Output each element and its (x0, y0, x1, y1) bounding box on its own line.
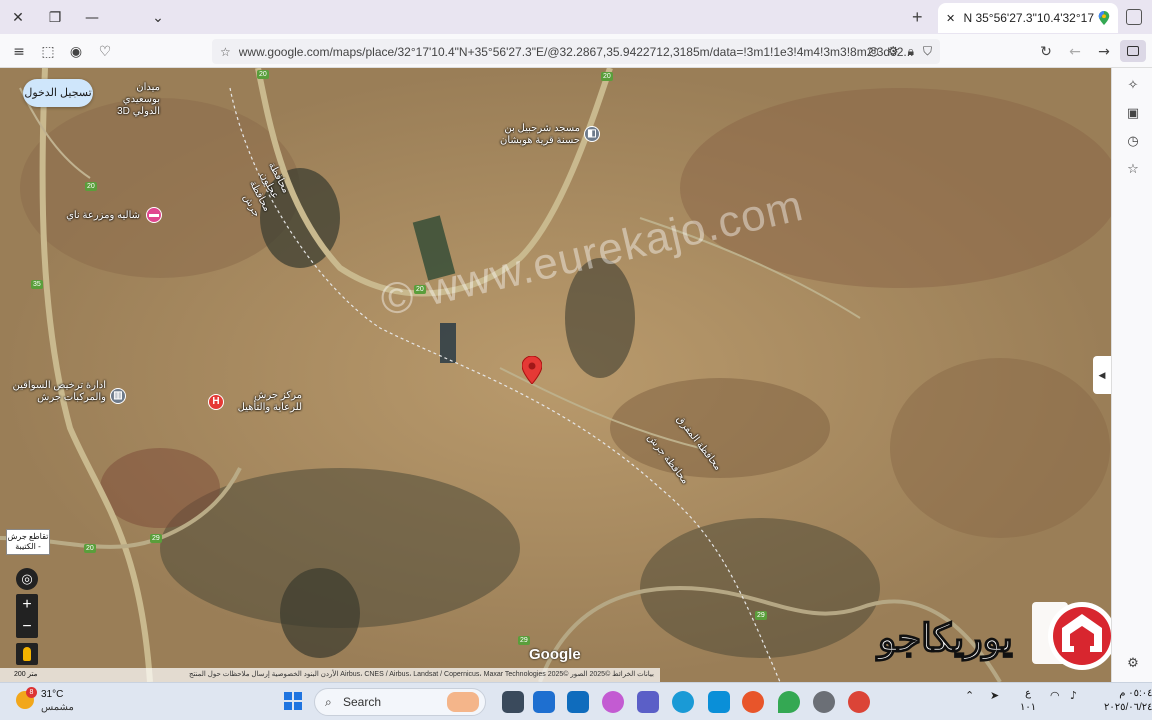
search-placeholder: Search (343, 695, 382, 709)
windows-start-icon[interactable] (284, 692, 302, 710)
road-shield: 29 (755, 611, 767, 620)
ai-chat-icon[interactable]: ✧ (1125, 78, 1141, 94)
volume-icon[interactable]: ♪ (1070, 689, 1077, 702)
language-line-2: ١٠١ (1020, 702, 1037, 713)
map-label-interchange[interactable]: تقاطع جرش - الكتيبة (6, 529, 50, 555)
lock-icon[interactable]: 🔒︎ (908, 44, 914, 59)
browser-sidebar: ✧ ▣ ◷ ☆ ⚙ (1111, 68, 1152, 682)
toolbar: ≡ ⬚ ◉ ♡ ☆ www.google.com/maps/place/32°1… (0, 34, 1152, 68)
mosque-poi-icon[interactable]: ◧ (584, 126, 600, 142)
satellite-map[interactable]: تسجيل الدخول ميدان بوسعيدي الدولي 3D مسج… (0, 68, 1111, 682)
zoom-controls: + − (16, 594, 38, 638)
copilot-icon[interactable] (602, 691, 624, 713)
road-shield: 20 (84, 544, 96, 553)
government-poi-icon[interactable]: ▥ (110, 388, 126, 404)
location-icon[interactable]: ◎ (868, 44, 878, 59)
road-shield: 35 (31, 280, 43, 289)
teams-icon[interactable] (637, 691, 659, 713)
browser-tab[interactable]: ✕ 32°17'10.4"N 35°56'27.3"‏ - الخرائط (938, 3, 1118, 33)
gear-app-icon[interactable] (813, 691, 835, 713)
maps-app-icon[interactable] (778, 691, 800, 713)
road-shield: 20 (85, 182, 97, 191)
search-highlight-image (447, 692, 479, 712)
outlook-icon[interactable] (567, 691, 589, 713)
sign-in-button[interactable]: تسجيل الدخول (23, 79, 93, 107)
hotel-poi-icon[interactable]: ▬ (146, 207, 162, 223)
map-label-mosque[interactable]: مسجد شرحبيل بن حسنة قرية هوبشان (498, 123, 580, 147)
url-text: www.google.com/maps/place/32°17'10.4"N+3… (238, 44, 914, 59)
forward-arrow-icon[interactable]: → (1095, 43, 1113, 61)
clock[interactable]: ٠٥:٠٤ م ٢٠٢٥/٠٦/٢٤ (1104, 687, 1152, 715)
map-label-licensing[interactable]: ادارة ترخيص السواقين والمركبات جرش (12, 380, 107, 404)
road-shield: 20 (601, 72, 613, 81)
new-tab-button[interactable]: + (912, 8, 923, 26)
reload-icon[interactable]: ↻ (1037, 43, 1055, 61)
map-scale[interactable]: 200 متر (14, 670, 37, 678)
permissions-icon[interactable]: ⚙ (888, 44, 899, 59)
tab-list-icon[interactable] (1126, 9, 1142, 25)
taskbar: 8 31°C مشمس ⌕ Search ⌃ ➤ ع ١٠١ ◠ ♪ ٠٥:٠٤… (0, 682, 1152, 720)
map-label-chalet[interactable]: شاليه ومزرعة ناي (60, 210, 140, 222)
extensions-icon[interactable]: ⬚ (39, 43, 57, 61)
bookmark-star-icon[interactable]: ☆ (220, 45, 231, 59)
zoom-in-button[interactable]: + (16, 594, 38, 616)
satellite-imagery (0, 68, 1111, 682)
hospital-poi-icon[interactable]: H (208, 394, 224, 410)
shield-icon[interactable]: ⛉ (923, 44, 932, 59)
my-location-button[interactable]: ◎ (16, 568, 38, 590)
clock-time: ٠٥:٠٤ م (1119, 688, 1152, 699)
language-indicator[interactable]: ع ١٠١ (1020, 687, 1036, 715)
skype-icon[interactable] (708, 691, 730, 713)
weather-temperature[interactable]: 31°C (41, 689, 63, 700)
location-pin-icon[interactable] (522, 356, 542, 384)
bookmarks-icon[interactable]: ☆ (1125, 162, 1141, 178)
back-arrow-icon[interactable]: ← (1066, 43, 1084, 61)
tab-title: 32°17'10.4"N 35°56'27.3"‏ - الخرائط (963, 11, 1094, 25)
zoom-out-button[interactable]: − (16, 616, 38, 638)
close-tab-icon[interactable]: ✕ (946, 12, 955, 25)
account-icon[interactable]: ◉ (67, 43, 85, 61)
wifi-icon[interactable]: ◠ (1050, 689, 1060, 702)
weather-badge: 8 (26, 687, 37, 698)
road-shield: 29 (518, 636, 530, 645)
sidebar-toggle-button[interactable] (1120, 40, 1146, 62)
street-view-pegman-icon[interactable] (16, 643, 38, 665)
map-attribution[interactable]: بيانات الخرائط ©2025 الصور ©2025 Airbus،… (0, 668, 660, 682)
map-label-health-center[interactable]: مركز جرش للرعاية والتأهيل (230, 390, 302, 414)
address-bar[interactable]: ☆ www.google.com/maps/place/32°17'10.4"N… (212, 39, 940, 64)
road-shield: 20 (257, 70, 269, 79)
send-arrow-icon[interactable]: ➤ (990, 689, 999, 702)
menu-icon[interactable]: ≡ (10, 43, 28, 61)
language-line-1: ع (1025, 688, 1032, 699)
road-shield: 29 (150, 534, 162, 543)
collapse-panel-button[interactable]: ◀ (1093, 356, 1111, 394)
firefox-icon[interactable] (742, 691, 764, 713)
close-window-icon[interactable]: ✕ (8, 8, 28, 28)
brand-name: يوريكاجو (877, 617, 1013, 661)
task-view-icon[interactable] (502, 691, 524, 713)
minimize-window-icon[interactable]: — (82, 8, 102, 28)
edge-icon[interactable] (672, 691, 694, 713)
google-logo: Google (529, 646, 581, 663)
chevron-up-icon[interactable]: ⌃ (965, 689, 974, 702)
chevron-down-icon[interactable]: ⌄ (148, 8, 168, 28)
brand-logo-icon (1032, 602, 1111, 670)
maps-pin-icon (1098, 11, 1110, 25)
title-bar: ✕ ❐ — ⌄ + ✕ 32°17'10.4"N 35°56'27.3"‏ - … (0, 0, 1152, 34)
weather-condition[interactable]: مشمس (41, 702, 74, 713)
synced-tabs-icon[interactable]: ▣ (1125, 106, 1141, 122)
chrome-icon[interactable] (848, 691, 870, 713)
settings-gear-icon[interactable]: ⚙ (1125, 656, 1141, 672)
clock-date: ٢٠٢٥/٠٦/٢٤ (1104, 702, 1152, 713)
history-icon[interactable]: ◷ (1125, 134, 1141, 150)
taskbar-search[interactable]: ⌕ Search (314, 688, 486, 716)
map-label-stadium[interactable]: ميدان بوسعيدي الدولي 3D (100, 82, 160, 118)
search-icon: ⌕ (325, 695, 332, 709)
restore-window-icon[interactable]: ❐ (45, 8, 65, 28)
store-icon[interactable] (533, 691, 555, 713)
pocket-icon[interactable]: ♡ (96, 43, 114, 61)
